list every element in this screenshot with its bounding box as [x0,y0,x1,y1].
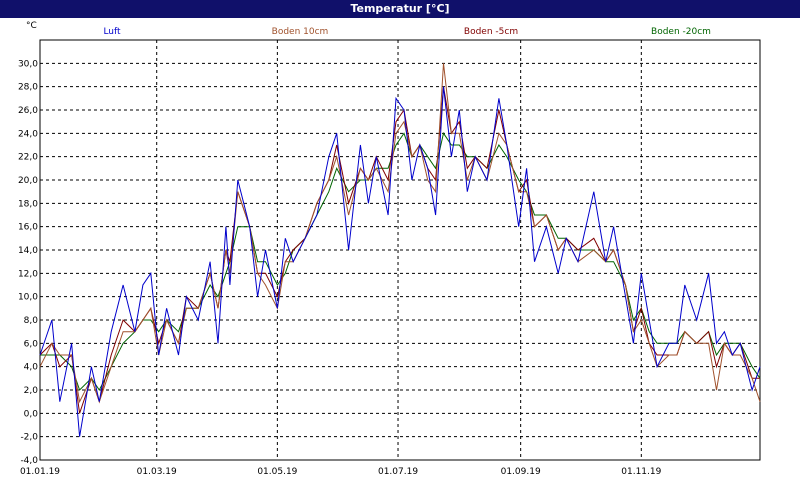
y-tick-label: 24,0 [18,129,38,139]
window-title-bar: Temperatur [°C] [0,0,800,18]
y-tick-label: 26,0 [18,106,38,116]
x-tick-label: 01.09.19 [501,467,541,477]
temperature-chart: -4,0 -2,0 0,0 2,0 4,0 6,0 8,0 10,0 12,0 14,0 16,0 1… [18,21,761,477]
y-tick-label: 22,0 [18,153,38,163]
y-axis-unit: °C [26,21,37,31]
x-tick-label: 01.01.19 [20,467,60,477]
legend-entry: Boden -20cm [651,27,711,37]
y-tick-label: 18,0 [18,199,38,209]
y-tick-label: 14,0 [18,246,38,256]
x-tick-label: 01.05.19 [257,467,297,477]
window-title: Temperatur [°C] [350,2,450,15]
x-tick-label: 01.07.19 [378,467,418,477]
y-tick-label: 2,0 [24,386,39,396]
y-tick-label: -2,0 [20,433,38,443]
y-tick-label: 16,0 [18,223,38,233]
series-line-boden-10cm [39,63,761,404]
y-tick-label: 12,0 [18,269,38,279]
y-tick-label: 0,0 [24,409,39,419]
legend-entry: Boden 10cm [272,27,329,37]
x-tick-label: 01.11.19 [621,467,661,477]
legend-entry: Luft [103,27,121,37]
chart-window: Temperatur [°C] -4,0 -2,0 0,0 2,0 4,0 6,0 8,0 1… [0,0,800,500]
y-tick-label: 28,0 [18,83,38,93]
y-tick-label: 8,0 [24,316,39,326]
x-tick-label: 01.03.19 [137,467,177,477]
legend-entry: Boden -5cm [464,27,518,37]
y-tick-label: 4,0 [24,363,39,373]
y-tick-label: 20,0 [18,176,38,186]
y-tick-label: 10,0 [18,293,38,303]
y-tick-label: 6,0 [24,339,39,349]
y-tick-label: -4,0 [20,456,38,466]
y-tick-label: 30,0 [18,59,38,69]
